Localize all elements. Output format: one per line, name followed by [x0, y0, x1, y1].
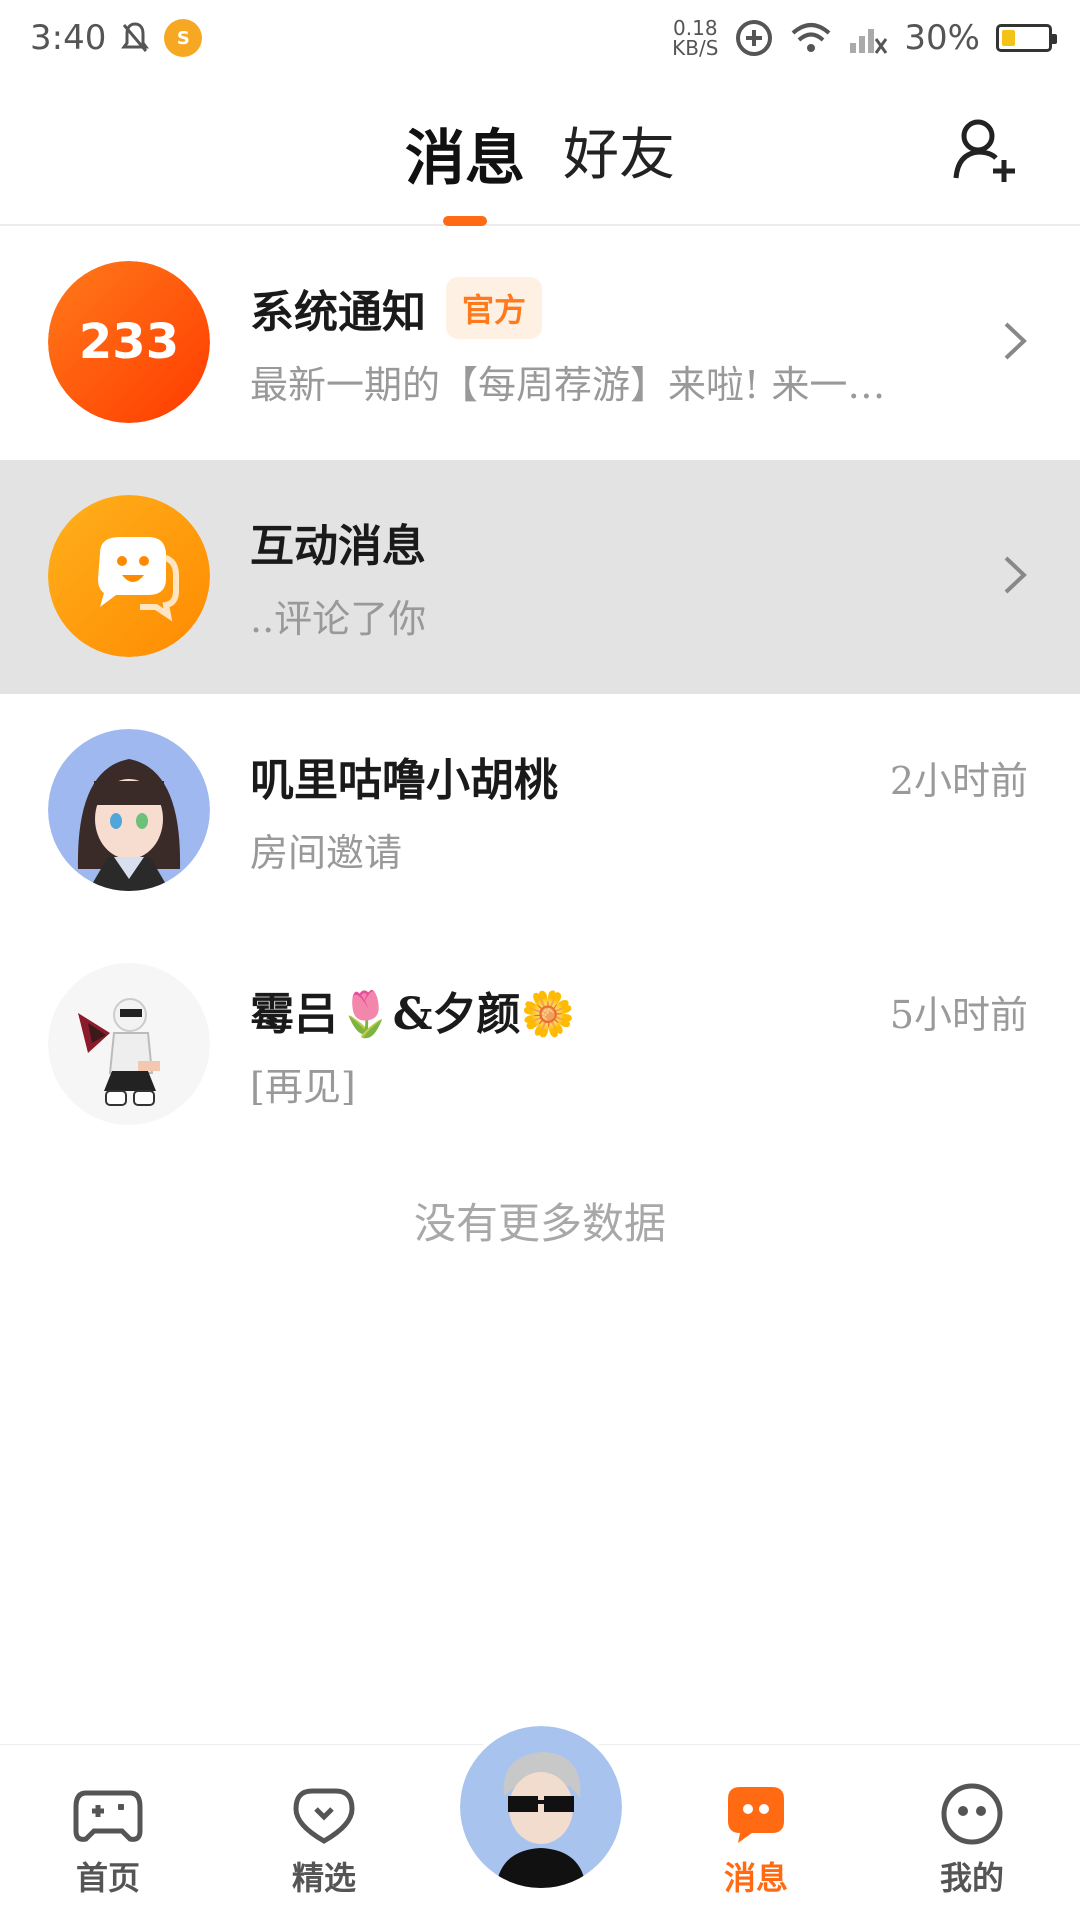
chat-bubble-smile-icon [48, 495, 210, 657]
app-logo-icon: 233 [48, 261, 210, 423]
messages-screen: 3:40 S 0.18 KB/S 30% 消息 好友 233 系统通知 官方 最… [0, 0, 1080, 1920]
data-saver-icon [736, 20, 773, 56]
nav-label: 我的 [939, 1859, 1004, 1897]
tab-friends[interactable]: 好友 [563, 110, 675, 197]
conversation-title: 互动消息 [250, 521, 426, 572]
chevron-right-icon [1004, 322, 1027, 360]
nav-featured[interactable]: 精选 [254, 1781, 394, 1899]
top-tabs: 消息 好友 [0, 110, 1080, 197]
app-notification-icon: S [164, 19, 203, 57]
conversation-row[interactable]: 霉吕🌷&夕颜🌼 [再见] 5小时前 [0, 928, 1080, 1162]
conversation-title: 系统通知 [250, 287, 426, 338]
no-more-data-text: 没有更多数据 [413, 1199, 666, 1248]
battery-percent: 30% [904, 18, 980, 58]
nav-profile[interactable]: 我的 [902, 1781, 1042, 1899]
smiley-icon [941, 1783, 1003, 1845]
status-time: 3:40 [30, 18, 107, 58]
user-avatar[interactable] [456, 1722, 626, 1892]
nav-messages[interactable]: 消息 [686, 1781, 826, 1899]
official-badge: 官方 [446, 277, 543, 339]
conversation-preview: 房间邀请 [250, 831, 403, 875]
bell-off-icon [121, 22, 150, 52]
conversation-preview: ..评论了你 [250, 597, 427, 641]
chevron-right-icon [1004, 556, 1027, 594]
interaction-messages-row[interactable]: 互动消息 ..评论了你 [0, 460, 1080, 694]
tab-messages[interactable]: 消息 [405, 110, 525, 197]
conversation-time: 5小时前 [889, 993, 1028, 1037]
nav-home[interactable]: 首页 [38, 1781, 178, 1899]
conversation-time: 2小时前 [889, 759, 1028, 803]
add-user-icon[interactable] [950, 116, 1020, 186]
battery-icon [996, 24, 1057, 52]
net-speed: 0.18 KB/S [672, 16, 719, 60]
conversation-title: 叽里咕噜小胡桃 [250, 755, 558, 806]
app-logo-text: 233 [79, 314, 179, 370]
conversation-row[interactable]: 叽里咕噜小胡桃 房间邀请 2小时前 [0, 694, 1080, 928]
signal-icon [850, 29, 888, 54]
status-bar: 3:40 S 0.18 KB/S 30% [0, 0, 1080, 76]
wifi-icon [792, 23, 831, 52]
nav-label: 精选 [291, 1859, 356, 1897]
tab-indicator [443, 216, 487, 226]
message-icon [728, 1787, 784, 1843]
gamepad-icon [73, 1790, 143, 1842]
nav-label: 消息 [723, 1859, 788, 1897]
nav-label: 首页 [75, 1859, 140, 1897]
conversation-list: 233 系统通知 官方 最新一期的【每周荐游】来啦! 来一… 互动消息 ..评论… [0, 226, 1080, 1162]
heart-badge-icon [293, 1788, 355, 1844]
conversation-preview: 最新一期的【每周荐游】来啦! 来一… [250, 363, 886, 407]
header: 消息 好友 [0, 76, 1080, 226]
anime-character-avatar [48, 963, 210, 1125]
system-notification-row[interactable]: 233 系统通知 官方 最新一期的【每周荐游】来啦! 来一… [0, 226, 1080, 460]
anime-girl-avatar [48, 729, 210, 891]
conversation-preview: [再见] [250, 1065, 356, 1109]
conversation-title: 霉吕🌷&夕颜🌼 [250, 989, 576, 1040]
